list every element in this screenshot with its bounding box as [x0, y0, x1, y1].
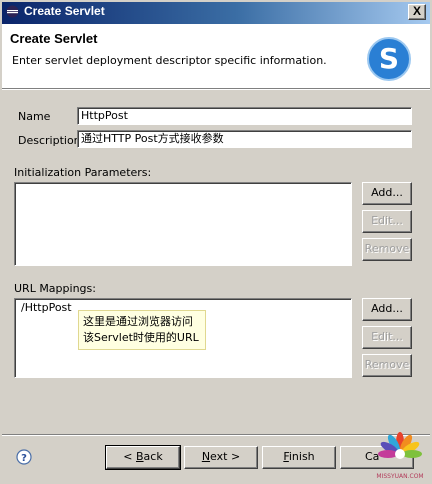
name-label: Name	[18, 110, 51, 123]
init-params-remove-button[interactable]: Remove	[362, 238, 412, 261]
url-mappings-remove-button[interactable]: Remove	[362, 354, 412, 377]
servlet-logo-icon: S	[367, 37, 411, 81]
header-divider-highlight	[2, 89, 430, 90]
back-button-mnemonic: B	[136, 450, 144, 463]
annotation-line-1: 这里是通过浏览器访问	[83, 315, 193, 328]
back-button-label: ack	[143, 450, 163, 463]
url-mappings-label: URL Mappings:	[14, 282, 96, 295]
next-button-label: ext >	[210, 450, 241, 463]
init-params-edit-button[interactable]: Edit...	[362, 210, 412, 233]
next-button[interactable]: Next >	[184, 446, 258, 469]
finish-button[interactable]: Finish	[262, 446, 336, 469]
window-title: Create Servlet	[24, 4, 105, 18]
name-field[interactable]: HttpPost	[77, 107, 412, 125]
next-button-mnemonic: N	[201, 450, 211, 463]
close-button[interactable]: X	[408, 4, 426, 20]
back-button[interactable]: < Back	[105, 445, 181, 470]
footer-divider-highlight	[2, 435, 430, 436]
svg-text:?: ?	[21, 453, 27, 464]
finish-button-label: inish	[288, 450, 315, 463]
annotation-tooltip: 这里是通过浏览器访问 该Servlet时使用的URL	[78, 310, 206, 350]
url-mappings-edit-button[interactable]: Edit...	[362, 326, 412, 349]
url-mappings-add-button[interactable]: Add...	[362, 298, 412, 321]
watermark-text: MISSYUAN.COM	[376, 473, 423, 480]
close-icon: X	[412, 4, 421, 18]
eclipse-icon	[6, 5, 19, 18]
back-button-prefix: <	[123, 450, 136, 463]
init-params-add-button[interactable]: Add...	[362, 182, 412, 205]
help-icon[interactable]: ?	[16, 449, 32, 465]
logo-letter: S	[379, 42, 399, 75]
page-description: Enter servlet deployment descriptor spec…	[12, 54, 327, 67]
site-watermark-icon: MISSYUAN.COM	[376, 432, 424, 480]
page-title: Create Servlet	[10, 31, 98, 46]
annotation-line-2: 该Servlet时使用的URL	[83, 331, 199, 344]
list-item[interactable]: /HttpPost	[21, 301, 72, 314]
init-params-list[interactable]	[14, 182, 352, 266]
description-field[interactable]: 通过HTTP Post方式接收参数	[77, 130, 412, 148]
init-params-label: Initialization Parameters:	[14, 166, 152, 179]
description-label: Description	[18, 134, 81, 147]
